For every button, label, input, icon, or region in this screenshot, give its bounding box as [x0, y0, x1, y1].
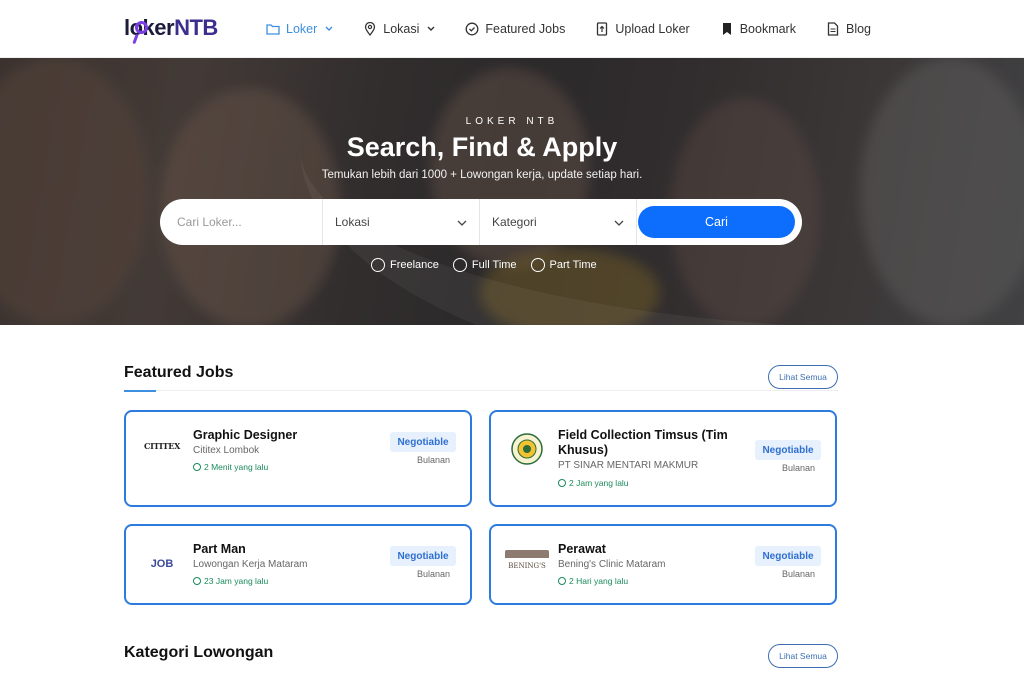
- clock-icon: [558, 479, 566, 487]
- salary-period: Bulanan: [781, 463, 815, 473]
- job-card-part-man[interactable]: JOB Part Man Lowongan Kerja Mataram 23 J…: [124, 524, 472, 605]
- chevron-down-icon: [427, 26, 435, 32]
- nav-item-loker[interactable]: Loker: [266, 0, 333, 58]
- company-name: Lowongan Kerja Mataram: [193, 559, 308, 570]
- salary-period: Bulanan: [416, 569, 450, 579]
- search-bar: Cari Loker... Lokasi Kategori Cari: [160, 199, 802, 245]
- magnifier-icon: [135, 21, 148, 34]
- brand-part2: NTB: [174, 15, 218, 40]
- bookmark-icon: [720, 22, 734, 36]
- nav-item-featured-jobs[interactable]: Featured Jobs: [465, 0, 565, 58]
- featured-jobs-title: Featured Jobs: [124, 364, 234, 381]
- salary-badge: Negotiable: [755, 440, 821, 460]
- clock-icon: [193, 577, 201, 585]
- hero-eyebrow: LOKER NTB: [465, 116, 559, 127]
- radio-label: Part Time: [549, 259, 597, 271]
- job-card-graphic-designer[interactable]: CITITEX Graphic Designer Cititex Lombok …: [124, 410, 472, 507]
- company-logo-text: CITITEX: [144, 441, 180, 451]
- categories-title: Kategori Lowongan: [124, 644, 274, 661]
- chevron-down-icon: [614, 215, 624, 229]
- location-select-value: Lokasi: [335, 215, 370, 229]
- radio-label: Full Time: [471, 259, 517, 271]
- map-pin-icon: [363, 22, 377, 36]
- company-logo-text: BENING'S: [508, 562, 546, 570]
- search-button[interactable]: Cari: [638, 206, 795, 238]
- nav-item-label: Blog: [845, 22, 872, 36]
- job-title[interactable]: Graphic Designer: [193, 428, 363, 443]
- chevron-down-icon: [457, 215, 467, 229]
- posted-time-text: 2 Menit yang lalu: [204, 462, 269, 472]
- posted-time: 2 Menit yang lalu: [193, 462, 268, 472]
- nav-item-bookmark[interactable]: Bookmark: [720, 0, 796, 58]
- nav-item-label: Lokasi: [383, 22, 420, 36]
- nav-item-label: Loker: [286, 22, 318, 36]
- navbar: loker NTB Loker Lokasi Featured Jobs Upl…: [0, 0, 1024, 58]
- salary-period: Bulanan: [416, 455, 450, 465]
- hero-title: Search, Find & Apply: [346, 132, 618, 162]
- categories-see-all-button[interactable]: Lihat Semua: [768, 644, 838, 668]
- posted-time-text: 23 Jam yang lalu: [204, 576, 269, 586]
- category-select[interactable]: Kategori: [480, 199, 637, 245]
- section-underline: [124, 390, 156, 392]
- upload-file-icon: [595, 22, 609, 36]
- nav-item-label: Featured Jobs: [485, 22, 566, 36]
- search-input[interactable]: Cari Loker...: [160, 199, 323, 245]
- job-title[interactable]: Perawat: [558, 542, 728, 557]
- posted-time-text: 2 Hari yang lalu: [569, 576, 629, 586]
- featured-see-all-button[interactable]: Lihat Semua: [768, 365, 838, 389]
- salary-period: Bulanan: [781, 569, 815, 579]
- radio-label: Freelance: [390, 259, 439, 271]
- nav-item-label: Upload Loker: [615, 22, 690, 36]
- job-card-field-collection[interactable]: Field Collection Timsus (Tim Khusus) PT …: [489, 410, 837, 507]
- radio-circle: [530, 258, 545, 272]
- posted-time: 23 Jam yang lalu: [193, 576, 268, 586]
- job-type-filters: Freelance Full Time Part Time: [371, 258, 601, 272]
- company-name: PT SINAR MENTARI MAKMUR: [558, 460, 699, 471]
- clock-icon: [193, 463, 201, 471]
- posted-time: 2 Jam yang lalu: [558, 478, 629, 488]
- radio-freelance[interactable]: Freelance: [371, 258, 439, 272]
- hero-banner: LOKER NTB Search, Find & Apply Temukan l…: [0, 58, 1024, 325]
- company-name: Cititex Lombok: [193, 445, 260, 456]
- company-name: Bening's Clinic Mataram: [558, 559, 666, 570]
- salary-badge: Negotiable: [390, 546, 456, 566]
- salary-badge: Negotiable: [755, 546, 821, 566]
- radio-full-time[interactable]: Full Time: [452, 258, 517, 272]
- hero-decoration: [300, 58, 1024, 325]
- section-divider: [156, 390, 838, 391]
- main-nav: Loker Lokasi Featured Jobs Upload Loker …: [266, 0, 901, 58]
- radio-circle: [452, 258, 467, 272]
- company-logo: JOB: [144, 546, 180, 582]
- company-logo: [509, 431, 545, 467]
- nav-item-blog[interactable]: Blog: [826, 0, 871, 58]
- check-circle-icon: [465, 22, 479, 36]
- hero-subtitle: Temukan lebih dari 1000 + Lowongan kerja…: [321, 169, 643, 181]
- location-select[interactable]: Lokasi: [323, 199, 480, 245]
- radio-circle: [371, 258, 385, 272]
- clock-icon: [558, 577, 566, 585]
- company-logo-text: JOB: [150, 558, 174, 570]
- job-card-perawat[interactable]: BENING'S Perawat Bening's Clinic Mataram…: [489, 524, 837, 605]
- category-select-value: Kategori: [492, 215, 537, 229]
- radio-part-time[interactable]: Part Time: [530, 258, 597, 272]
- posted-time: 2 Hari yang lalu: [558, 576, 628, 586]
- posted-time-text: 2 Jam yang lalu: [569, 478, 629, 488]
- nav-item-upload-loker[interactable]: Upload Loker: [595, 0, 690, 58]
- brand-part1: loker: [124, 15, 175, 40]
- sinar-mentari-logo-icon: [511, 433, 543, 465]
- document-icon: [826, 22, 840, 36]
- logo-bar: [505, 550, 549, 558]
- chevron-down-icon: [325, 26, 333, 32]
- company-logo: CITITEX: [144, 428, 180, 464]
- salary-badge: Negotiable: [390, 432, 456, 452]
- brand-logo[interactable]: loker NTB: [124, 12, 218, 45]
- job-title[interactable]: Field Collection Timsus (Tim Khusus): [558, 428, 728, 458]
- company-logo: BENING'S: [505, 540, 549, 580]
- folder-icon: [266, 22, 280, 36]
- nav-item-label: Bookmark: [739, 22, 796, 36]
- nav-item-lokasi[interactable]: Lokasi: [363, 0, 435, 58]
- job-title[interactable]: Part Man: [193, 542, 363, 557]
